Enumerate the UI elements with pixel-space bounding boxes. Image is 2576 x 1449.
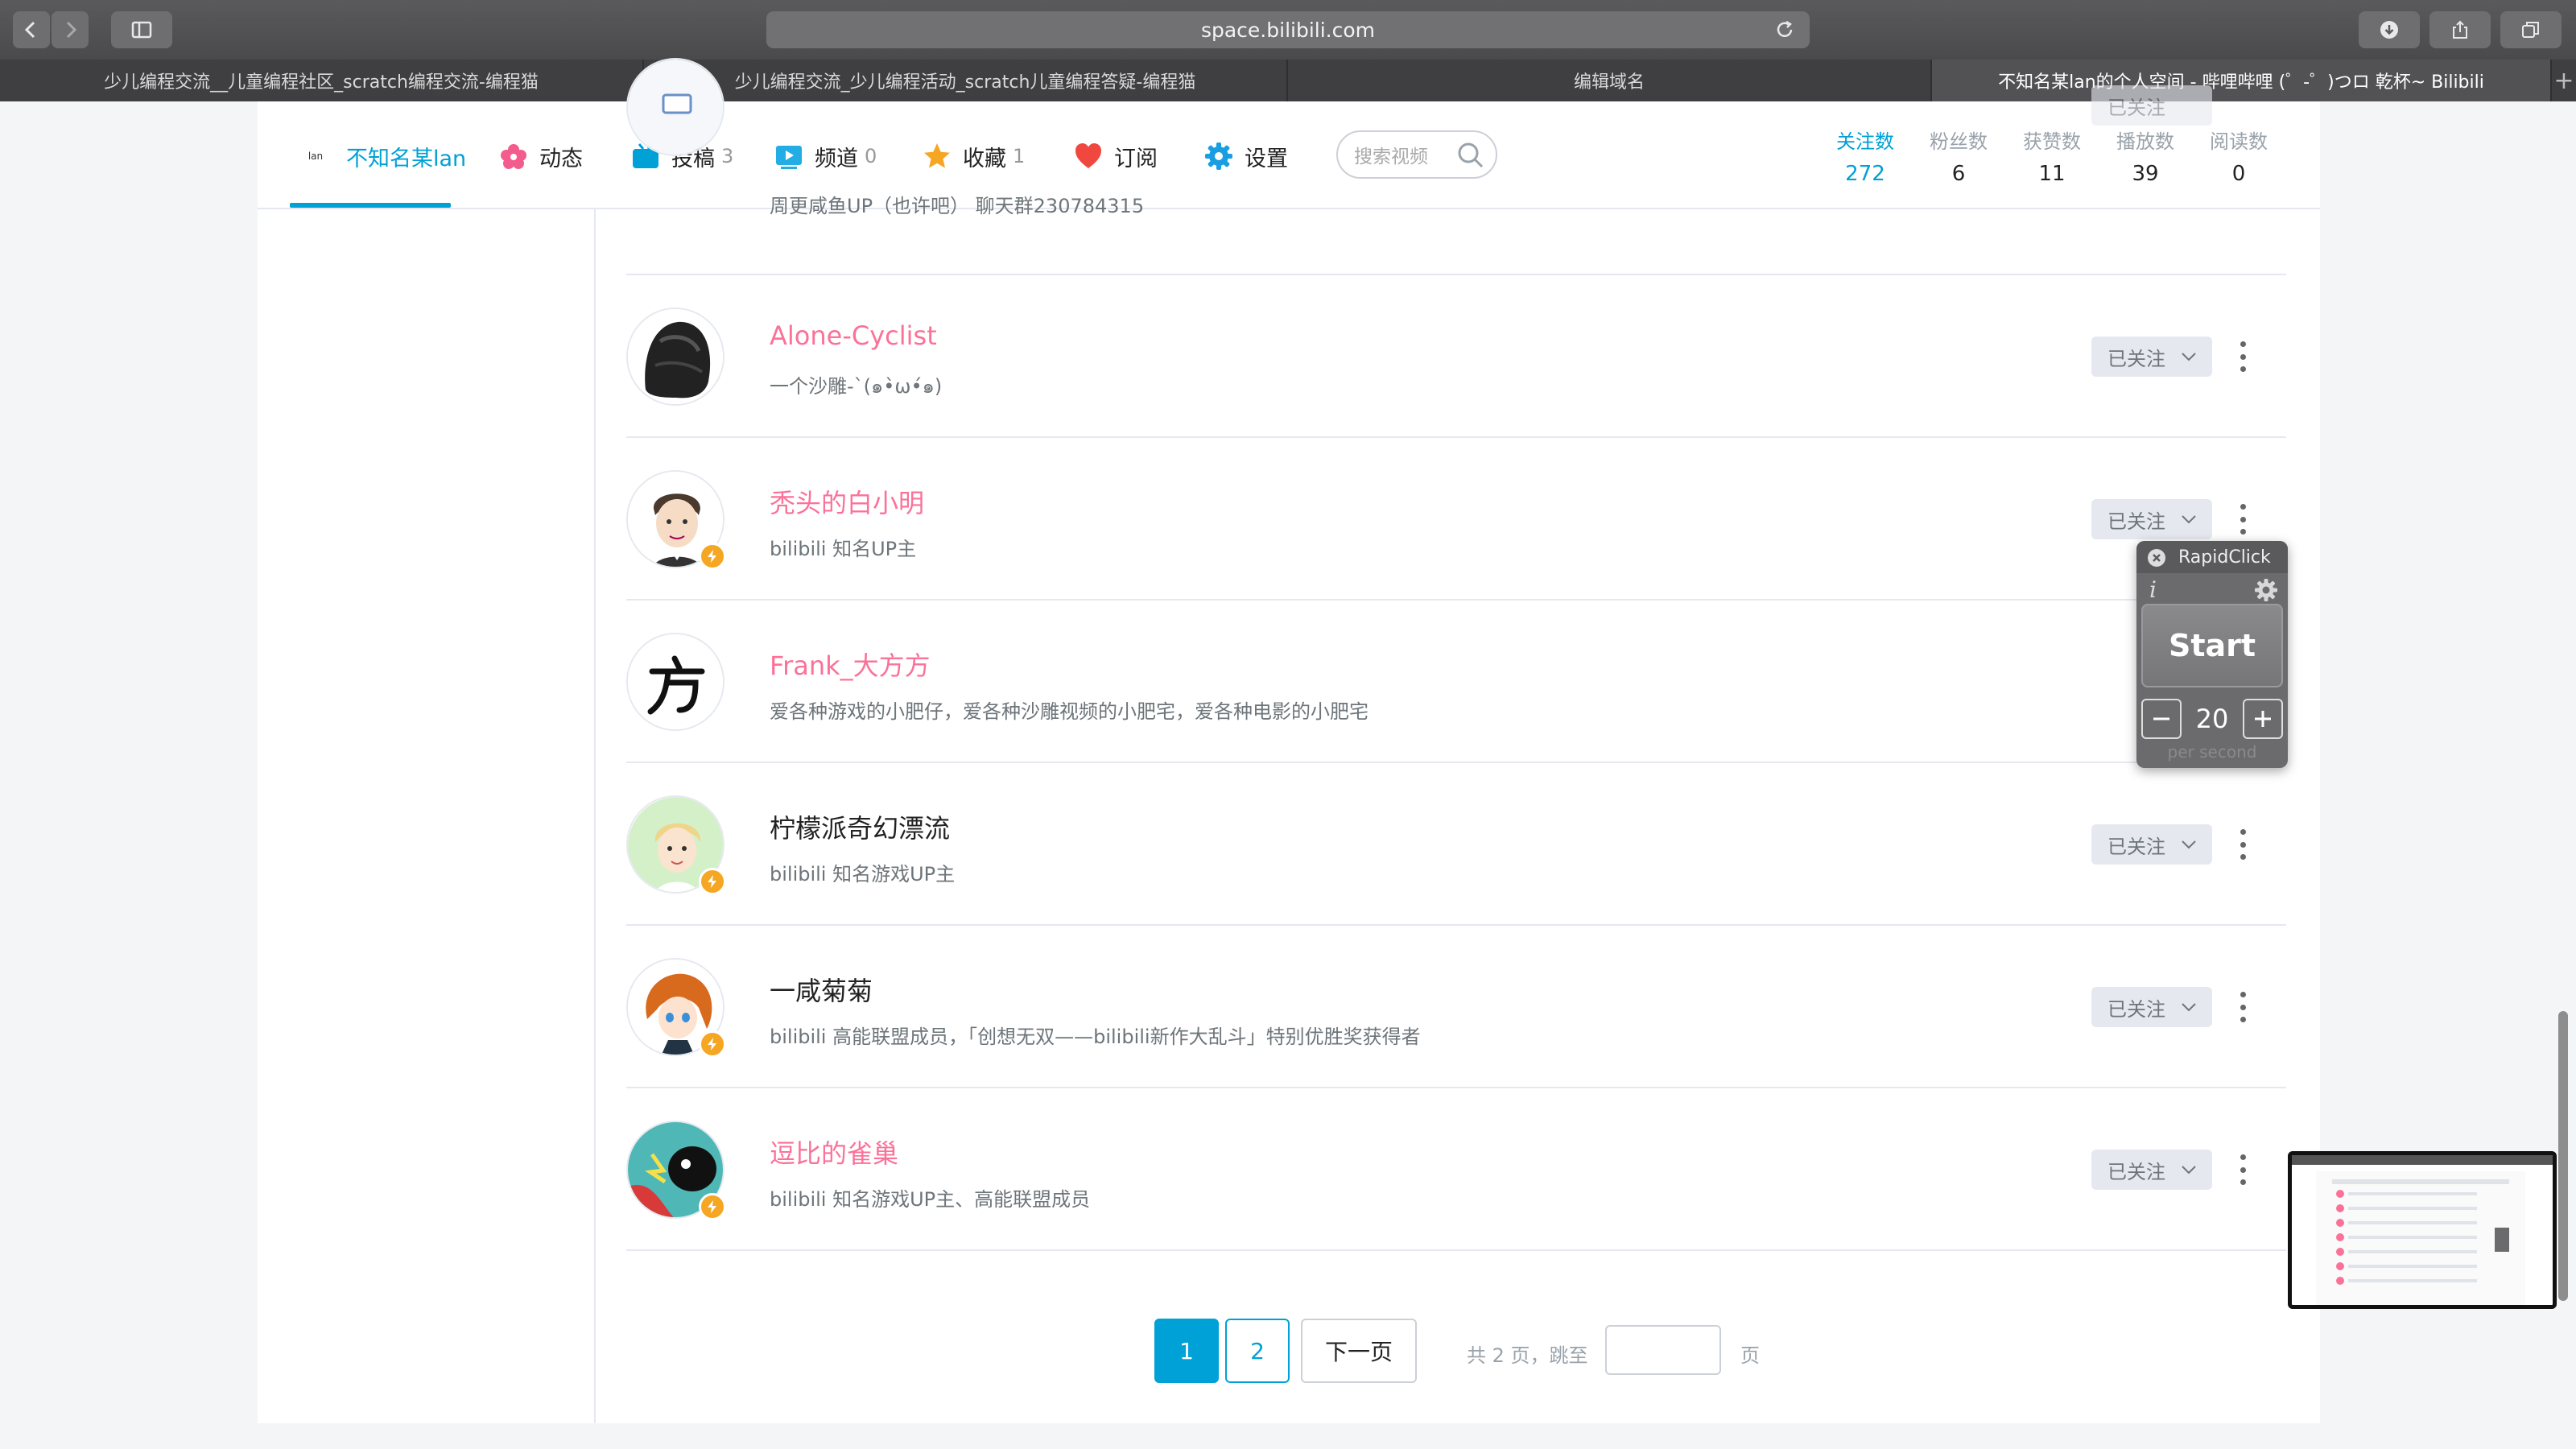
decrease-button[interactable] xyxy=(2141,699,2182,739)
thumbnail-page xyxy=(2316,1171,2525,1305)
next-page-button[interactable]: 下一页 xyxy=(1301,1319,1417,1383)
followed-dropdown[interactable]: 已关注 xyxy=(2091,987,2212,1027)
gear-icon[interactable] xyxy=(2254,578,2278,602)
nav-label: 动态 xyxy=(539,146,583,171)
more-options-icon[interactable] xyxy=(2236,1151,2249,1188)
verified-badge-icon xyxy=(699,1193,726,1220)
user-sign: 爱各种游戏的小肥仔，爱各种沙雕视频的小肥宅，爱各种电影的小肥宅 xyxy=(770,700,1368,723)
follow-row: 秃头的白小明 bilibili 知名UP主 已关注 xyxy=(626,438,2286,601)
clicks-per-second-value[interactable]: 20 xyxy=(2182,699,2243,739)
rapidclick-titlebar[interactable]: RapidClick xyxy=(2136,541,2288,573)
reload-icon[interactable] xyxy=(1774,19,1795,40)
rate-unit: per second xyxy=(2167,742,2257,762)
user-sign: bilibili 知名UP主 xyxy=(770,538,917,560)
user-sign: bilibili 高能联盟成员，「创想无双——bilibili新作大乱斗」特别优… xyxy=(770,1026,1421,1048)
user-sign: bilibili 知名游戏UP主、高能联盟成员 xyxy=(770,1188,1091,1211)
follow-row: 一咸菊菊 bilibili 高能联盟成员，「创想无双——bilibili新作大乱… xyxy=(626,926,2286,1088)
followed-dropdown[interactable]: 已关注 xyxy=(2091,336,2212,377)
rapidclick-panel: RapidClick i Start 20 per second xyxy=(2136,541,2288,768)
followed-label: 已关注 xyxy=(2107,510,2165,533)
followed-label: 已关注 xyxy=(2107,96,2165,119)
thumbnail-toolbar xyxy=(2292,1155,2553,1165)
followed-dropdown[interactable]: 已关注 xyxy=(2091,499,2212,539)
browser-toolbar: space.bilibili.com xyxy=(0,0,2576,60)
page-button[interactable]: 2 xyxy=(1225,1319,1290,1383)
share-icon xyxy=(2453,20,2467,39)
user-name[interactable]: Alone-Cyclist xyxy=(770,320,937,351)
avatar[interactable] xyxy=(626,633,724,731)
chevron-down-icon xyxy=(2182,1166,2196,1174)
more-options-icon[interactable] xyxy=(2236,338,2249,375)
user-name[interactable]: 逗比的雀巢 xyxy=(770,1133,898,1170)
user-sign: bilibili 知名游戏UP主 xyxy=(770,863,956,886)
avatar[interactable] xyxy=(626,58,724,156)
nav-item-dynamic[interactable]: 动态 xyxy=(499,138,583,174)
avatar[interactable] xyxy=(626,308,724,406)
page-content: lan 不知名某lan 动态 投稿 3 频道 0 收藏 1 订阅 设置 搜索视频… xyxy=(258,58,2320,1423)
nav-user-name: 不知名某lan xyxy=(346,146,467,171)
user-name[interactable]: Frank_大方方 xyxy=(770,646,931,683)
chevron-right-icon xyxy=(66,21,77,39)
share-button[interactable] xyxy=(2429,11,2491,48)
followed-dropdown[interactable]: 已关注 xyxy=(2091,824,2212,865)
page-scrollbar[interactable] xyxy=(2558,1011,2568,1301)
follow-row: 柠檬派奇幻漂流 bilibili 知名游戏UP主 已关注 xyxy=(626,763,2286,926)
user-name[interactable]: 一咸菊菊 xyxy=(770,971,873,1008)
chevron-down-icon xyxy=(2182,840,2196,849)
followed-dropdown[interactable]: 已关注 xyxy=(2091,1150,2212,1190)
user-logo-icon: lan xyxy=(308,151,324,162)
address-bar[interactable]: space.bilibili.com xyxy=(766,11,1810,48)
start-button[interactable]: Start xyxy=(2141,604,2283,687)
verified-badge-icon xyxy=(699,543,726,570)
new-tab-button[interactable]: + xyxy=(2552,60,2576,101)
follow-row: Alone-Cyclist 一个沙雕-`(๑•̀ω•́๑) 已关注 xyxy=(626,275,2286,438)
page-jump-input[interactable] xyxy=(1605,1325,1721,1375)
followed-label: 已关注 xyxy=(2107,835,2165,858)
page-button-current[interactable]: 1 xyxy=(1154,1319,1219,1383)
tabs-icon xyxy=(2522,22,2539,38)
back-button[interactable] xyxy=(13,11,50,48)
sidebar-icon xyxy=(131,21,152,39)
user-sign: 周更咸鱼UP（也许吧） 聊天群230784315 xyxy=(770,195,1145,217)
sidebar-toggle-button[interactable] xyxy=(111,11,172,48)
more-options-icon[interactable] xyxy=(2236,826,2249,863)
forward-button[interactable] xyxy=(52,11,89,48)
nav-active-indicator xyxy=(290,203,451,208)
followed-label: 已关注 xyxy=(2107,997,2165,1021)
page-total-text: 共 2 页，跳至 xyxy=(1467,1344,1588,1367)
address-text: space.bilibili.com xyxy=(1200,18,1376,42)
follow-row: 周更咸鱼UP（也许吧） 聊天群230784315 已关注 xyxy=(626,58,2286,275)
user-name[interactable]: 秃头的白小明 xyxy=(770,483,924,520)
download-button[interactable] xyxy=(2359,11,2420,48)
verified-badge-icon xyxy=(699,868,726,895)
chevron-left-icon xyxy=(24,21,35,39)
screenshot-thumbnail[interactable] xyxy=(2288,1151,2557,1309)
user-sign: 一个沙雕-`(๑•̀ω•́๑) xyxy=(770,375,943,398)
followed-dropdown[interactable]: 已关注 xyxy=(2091,85,2212,126)
close-icon[interactable] xyxy=(2148,549,2165,567)
sidebar-divider xyxy=(594,209,596,1423)
flower-icon xyxy=(501,144,526,169)
user-name[interactable]: 柠檬派奇幻漂流 xyxy=(770,808,950,845)
follow-row: 逗比的雀巢 bilibili 知名游戏UP主、高能联盟成员 已关注 xyxy=(626,1088,2286,1251)
increase-button[interactable] xyxy=(2243,699,2283,739)
followed-label: 已关注 xyxy=(2107,1160,2165,1183)
chevron-down-icon xyxy=(2182,1003,2196,1012)
tab-overview-button[interactable] xyxy=(2500,11,2562,48)
nav-item-home[interactable]: lan 不知名某lan xyxy=(299,138,466,174)
followed-label: 已关注 xyxy=(2107,347,2165,370)
chevron-down-icon xyxy=(2182,515,2196,524)
browser-tab[interactable]: 少儿编程交流__儿童编程社区_scratch编程交流-编程猫 xyxy=(0,60,644,101)
info-icon[interactable]: i xyxy=(2149,576,2157,603)
chevron-down-icon xyxy=(2182,353,2196,361)
verified-badge-icon xyxy=(699,1030,726,1058)
download-icon xyxy=(2380,21,2398,39)
rapidclick-title: RapidClick xyxy=(2178,547,2271,568)
more-options-icon[interactable] xyxy=(2236,501,2249,538)
page-unit-text: 页 xyxy=(1740,1344,1760,1367)
follow-row: Frank_大方方 爱各种游戏的小肥仔，爱各种沙雕视频的小肥宅，爱各种电影的小肥… xyxy=(626,601,2286,763)
more-options-icon[interactable] xyxy=(2236,989,2249,1026)
